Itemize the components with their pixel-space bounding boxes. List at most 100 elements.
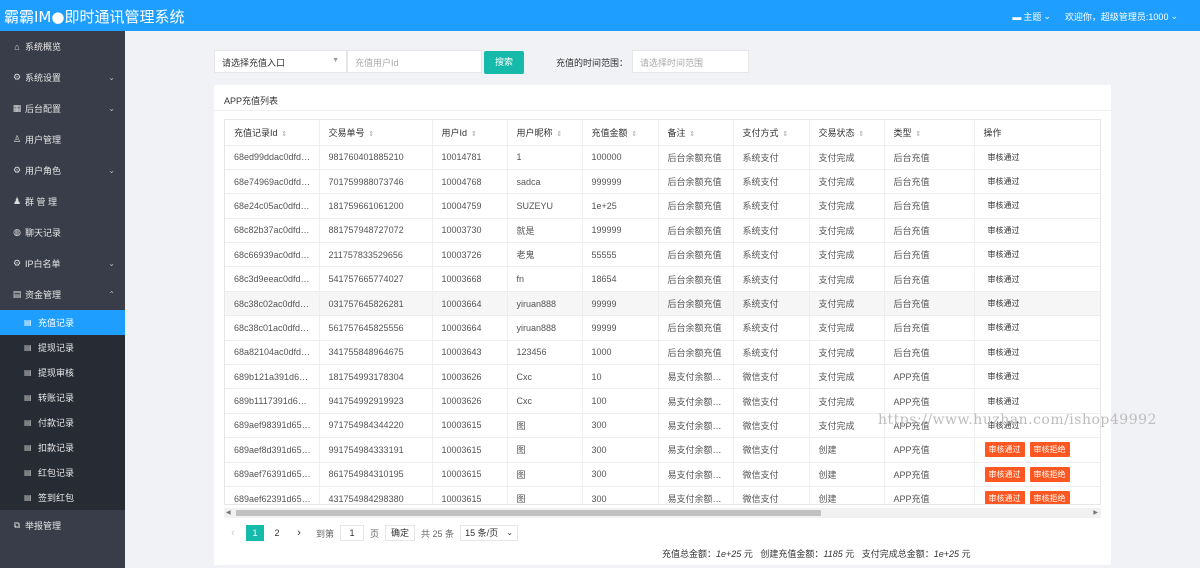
- sidebar-item-8[interactable]: ▤ 资金管理 ⌃: [0, 279, 125, 310]
- table-cell: 689aef8d391d65…: [225, 437, 320, 463]
- sidebar-subitem-6[interactable]: ▤ 红包记录: [0, 460, 125, 485]
- sidebar-item-0[interactable]: ⌂ 系统概览: [0, 31, 125, 62]
- sort-icon[interactable]: ⇕: [471, 131, 477, 138]
- horizontal-scrollbar[interactable]: ◀ ▶: [224, 508, 1101, 518]
- approved-label: 审核通过: [987, 274, 1020, 284]
- user-menu[interactable]: 欢迎你，超级管理员:1000 ⌄: [1065, 10, 1178, 23]
- table-cell: 审核通过 审核拒绝: [973, 462, 1100, 487]
- approve-button[interactable]: 审核通过: [984, 442, 1025, 458]
- column-header[interactable]: 交易状态 ⇕: [809, 120, 885, 146]
- table-cell: 后台余额充值: [658, 145, 734, 170]
- next-page-button[interactable]: ›: [290, 525, 308, 541]
- sidebar-subitem-4[interactable]: ▤ 付款记录: [0, 410, 125, 435]
- goto-confirm-button[interactable]: 确定: [385, 525, 416, 541]
- sort-icon[interactable]: ⇕: [369, 131, 375, 138]
- scroll-left-arrow-icon[interactable]: ◀: [226, 509, 231, 516]
- sidebar-item-4[interactable]: ⚙ 用户角色 ⌄: [0, 155, 125, 186]
- goto-label: 到第: [316, 528, 335, 539]
- sidebar-item-5[interactable]: ♟ 群 管 理: [0, 186, 125, 217]
- table-cell: 创建: [809, 486, 885, 504]
- table-cell: 微信支付: [733, 486, 810, 504]
- column-header[interactable]: 备注 ⇕: [658, 120, 734, 146]
- sidebar-subitem-7[interactable]: ▤ 签到红包: [0, 485, 125, 510]
- table-cell: 系统支付: [733, 315, 810, 341]
- reject-button[interactable]: 审核拒绝: [1029, 466, 1070, 482]
- table-row: 689aef62391d65… 431754984298380 10003615 图 3…: [225, 486, 1100, 504]
- table-cell: 689b1117391d6…: [225, 388, 320, 414]
- table-cell: 支付完成: [809, 291, 885, 317]
- column-header[interactable]: 类型 ⇕: [884, 120, 975, 146]
- sidebar-subitem-label: 转账记录: [38, 393, 75, 403]
- report-icon: ⧉: [13, 520, 21, 530]
- welcome-text: 欢迎你，超级管理员:1000: [1064, 12, 1169, 22]
- goto-page-input[interactable]: 1: [340, 525, 365, 541]
- panel-title: APP充值列表: [224, 96, 279, 106]
- reject-button[interactable]: 审核拒绝: [1029, 442, 1070, 458]
- sidebar-item-2[interactable]: ▦ 后台配置 ⌄: [0, 93, 125, 124]
- theme-menu[interactable]: ▬ 主题 ⌄: [1012, 10, 1051, 23]
- table-cell: 系统支付: [733, 145, 810, 170]
- table-cell: 10003726: [432, 242, 508, 268]
- table-cell: 55555: [582, 242, 659, 268]
- sort-icon[interactable]: ⇕: [783, 131, 789, 138]
- sidebar-subitem-0[interactable]: ▤ 充值记录: [0, 310, 125, 335]
- table-cell: 10003643: [432, 340, 508, 366]
- sort-icon[interactable]: ⇕: [557, 131, 563, 138]
- sidebar-item-label: 资金管理: [25, 290, 62, 300]
- sidebar-subitem-5[interactable]: ▤ 扣款记录: [0, 435, 125, 460]
- scrollbar-thumb[interactable]: [236, 510, 821, 516]
- table-cell: 系统支付: [733, 340, 810, 366]
- page-button-1[interactable]: 1: [246, 525, 264, 541]
- approved-label: 审核通过: [987, 250, 1020, 260]
- sidebar-item-7[interactable]: ⚙ IP白名单 ⌄: [0, 248, 125, 279]
- sidebar-item-report[interactable]: ⧉ 举报管理: [0, 510, 125, 541]
- sort-icon[interactable]: ⇕: [632, 131, 638, 138]
- page-button-2[interactable]: 2: [268, 525, 286, 541]
- sort-icon[interactable]: ⇕: [859, 131, 865, 138]
- sort-icon[interactable]: ⇕: [916, 131, 922, 138]
- list-icon: ▤: [24, 343, 32, 352]
- table-cell: 系统支付: [733, 169, 810, 195]
- table-cell: 微信支付: [733, 413, 810, 439]
- chevron-down-icon: ⌄: [108, 73, 115, 82]
- page-size-select[interactable]: 15 条/页 ⌄: [460, 525, 519, 541]
- time-range-input[interactable]: 请选择时间范围: [632, 50, 749, 73]
- table-row: 68a82104ac0dfd… 341755848964675 10003643 12…: [225, 340, 1100, 366]
- reject-button[interactable]: 审核拒绝: [1029, 491, 1070, 504]
- recharge-entry-select[interactable]: 请选择充值入口 ▼: [214, 50, 347, 73]
- search-button[interactable]: 搜索: [484, 51, 524, 74]
- recharge-table-wrapper[interactable]: 充值记录Id ⇕ 交易单号 ⇕ 用户Id ⇕ 用户昵称 ⇕ 充值金额 ⇕ 备注 ⇕ 支付方式 ⇕ 交易状态 ⇕…: [224, 119, 1101, 505]
- approve-button[interactable]: 审核通过: [984, 491, 1025, 504]
- paid-amount: 1e+25: [933, 549, 960, 559]
- column-header[interactable]: 充值金额 ⇕: [582, 120, 659, 146]
- sidebar-subitem-2[interactable]: ▤ 提现审核: [0, 360, 125, 385]
- sidebar-item-6[interactable]: ◍ 聊天记录: [0, 217, 125, 248]
- table-cell: 10: [582, 364, 659, 390]
- table-cell: 图: [507, 437, 583, 463]
- approve-button[interactable]: 审核通过: [984, 466, 1025, 482]
- recharge-list-panel: APP充值列表 充值记录Id ⇕ 交易单号 ⇕ 用户Id ⇕ 用户昵称 ⇕ 充值金额 ⇕ 备注 ⇕ 支付…: [214, 85, 1111, 565]
- sort-icon[interactable]: ⇕: [282, 131, 288, 138]
- column-header[interactable]: 支付方式 ⇕: [733, 120, 810, 146]
- sort-icon[interactable]: ⇕: [690, 131, 696, 138]
- prev-page-button[interactable]: ‹: [224, 525, 242, 541]
- column-header[interactable]: 充值记录Id ⇕: [225, 120, 320, 146]
- user-id-input[interactable]: 充值用户Id: [347, 50, 482, 73]
- sidebar-item-3[interactable]: ♙ 用户管理: [0, 124, 125, 155]
- column-header[interactable]: 用户昵称 ⇕: [507, 120, 583, 146]
- sidebar-item-1[interactable]: ⚙ 系统设置 ⌄: [0, 62, 125, 93]
- table-cell: 300: [582, 413, 659, 439]
- sidebar-subitem-label: 充值记录: [38, 318, 75, 328]
- column-header[interactable]: 交易单号 ⇕: [319, 120, 433, 146]
- sidebar-subitem-3[interactable]: ▤ 转账记录: [0, 385, 125, 410]
- table-cell: yiruan888: [507, 291, 583, 317]
- table-cell: Cxc: [507, 364, 583, 390]
- scroll-right-arrow-icon[interactable]: ▶: [1093, 509, 1098, 516]
- sidebar-subitem-1[interactable]: ▤ 提现记录: [0, 335, 125, 360]
- column-header[interactable]: 用户Id ⇕: [432, 120, 508, 146]
- table-cell: 1e+25: [582, 193, 659, 219]
- table-cell: 支付完成: [809, 169, 885, 195]
- sidebar-item-label: 用户管理: [25, 135, 62, 145]
- table-cell: 审核通过 审核拒绝: [973, 486, 1100, 504]
- table-cell: 68c82b37ac0dfd…: [225, 218, 320, 244]
